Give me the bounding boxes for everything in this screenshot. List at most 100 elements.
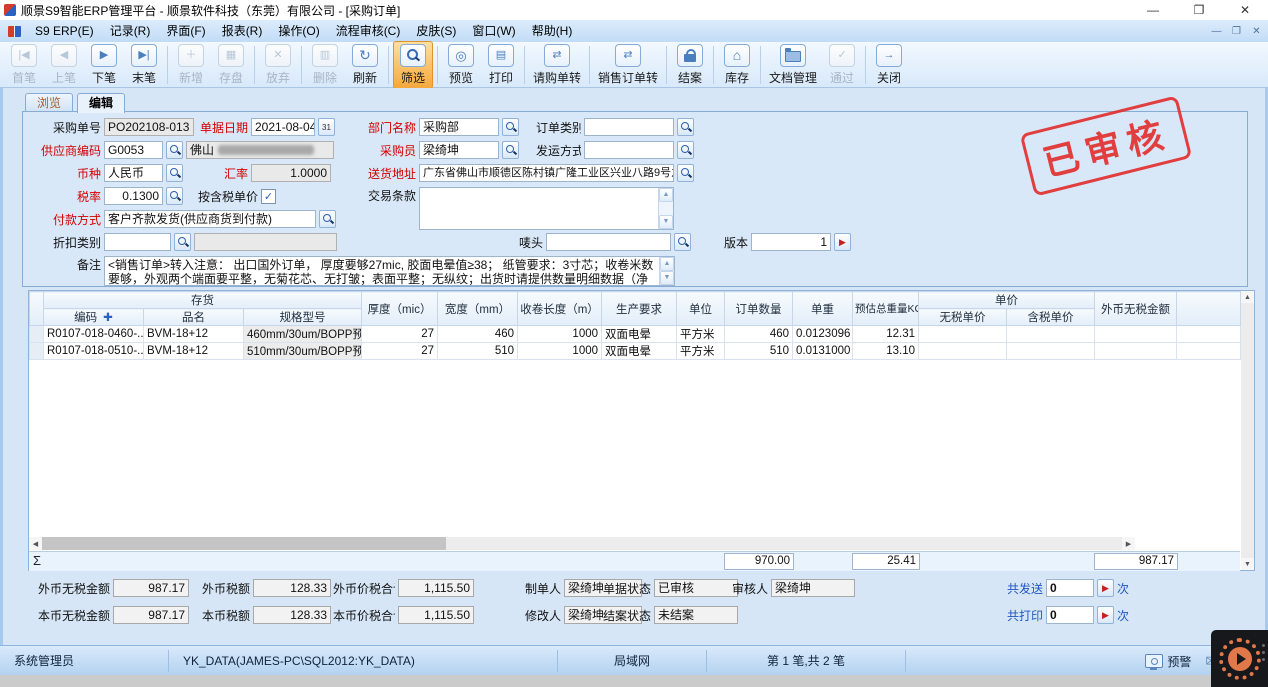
menu-skin[interactable]: 皮肤(S) — [408, 20, 464, 42]
first-record-button: |◀ 首笔 — [5, 42, 43, 88]
discount-category-label: 折扣类别 — [25, 234, 101, 251]
mdi-close-icon[interactable]: ✕ — [1248, 24, 1265, 39]
exit-button[interactable]: → 关闭 — [870, 42, 908, 88]
delivery-address-field[interactable]: 广东省佛山市顺德区陈村镇广隆工业区兴业八路9号之一 — [419, 164, 674, 182]
maximize-icon[interactable]: ❐ — [1176, 0, 1222, 20]
ship-method-field[interactable] — [584, 141, 674, 159]
trade-terms-label: 交易条款 — [355, 187, 416, 204]
recorder-overlay[interactable] — [1211, 630, 1268, 687]
refresh-icon: ↻ — [352, 44, 378, 67]
refresh-button[interactable]: ↻ 刷新 — [346, 42, 384, 88]
order-lines-grid: 存货 厚度（mic） 宽度（mm） 收卷长度（m） 生产要求 单位 订单数量 单… — [28, 290, 1255, 571]
tab-edit[interactable]: 编辑 — [77, 93, 125, 113]
tax-rate-field[interactable]: 0.1300 — [104, 187, 163, 205]
minimize-icon[interactable]: — — [1130, 0, 1176, 20]
trade-terms-scrollbar[interactable]: ▲▼ — [658, 188, 673, 229]
department-lookup-icon[interactable] — [502, 118, 519, 136]
close-icon[interactable]: ✕ — [1222, 0, 1268, 20]
print-button[interactable]: ▤ 打印 — [482, 42, 520, 88]
sent-spinner-icon[interactable]: ▶ — [1097, 579, 1114, 597]
delivery-address-lookup-icon[interactable] — [677, 164, 694, 182]
sent-count-field[interactable]: 0 — [1046, 579, 1094, 597]
order-category-lookup-icon[interactable] — [677, 118, 694, 136]
document-management-button[interactable]: 文档管理 — [765, 42, 821, 88]
order-category-field[interactable] — [584, 118, 674, 136]
tax-included-checkbox[interactable]: ✓ — [261, 189, 276, 204]
next-record-button[interactable]: ▶ 下笔 — [85, 42, 123, 88]
scroll-right-icon[interactable]: ▶ — [1122, 537, 1135, 550]
scroll-down-icon[interactable]: ▼ — [660, 271, 674, 285]
menu-s9erp[interactable]: S9 ERP(E) — [27, 20, 102, 42]
department-field[interactable]: 采购部 — [419, 118, 499, 136]
last-record-button[interactable]: ▶| 末笔 — [125, 42, 163, 88]
menu-help[interactable]: 帮助(H) — [524, 20, 581, 42]
tab-browse[interactable]: 浏览 — [25, 93, 73, 113]
shipping-mark-field[interactable] — [546, 233, 671, 251]
redacted-supplier-name — [218, 145, 314, 155]
payment-method-lookup-icon[interactable] — [319, 210, 336, 228]
alert-button[interactable]: 预警 — [1145, 653, 1191, 670]
inventory-button[interactable]: ⌂ 库存 — [718, 42, 756, 88]
delete-button: ▥ 删除 — [306, 42, 344, 88]
version-field[interactable]: 1 — [751, 233, 831, 251]
supplier-code-field[interactable]: G0053 — [104, 141, 163, 159]
sales-order-transfer-button[interactable]: ⇄ 销售订单转 — [594, 42, 662, 88]
scrollbar-thumb[interactable] — [42, 537, 446, 550]
menu-operation[interactable]: 操作(O) — [270, 20, 327, 42]
table-row: R0107-018-0510-... BVM-18+12 510mm/30um/… — [30, 343, 1241, 360]
scroll-left-icon[interactable]: ◀ — [29, 537, 42, 550]
vertical-scrollbar[interactable]: ▲ ▼ — [1241, 291, 1254, 570]
sent-count-label: 共发送 — [1003, 580, 1043, 597]
exit-icon: → — [876, 44, 902, 67]
requisition-transfer-button[interactable]: ⇄ 请购单转 — [529, 42, 585, 88]
filter-button[interactable]: 筛选 — [393, 41, 433, 89]
tax-rate-lookup-icon[interactable] — [166, 187, 183, 205]
discount-category-field[interactable] — [104, 233, 171, 251]
scroll-down-icon[interactable]: ▼ — [1241, 558, 1254, 570]
payment-method-field[interactable]: 客户齐款发货(供应商货到付款) — [104, 210, 316, 228]
col-fc-amount: 外币无税金额 — [1095, 292, 1177, 326]
remark-scrollbar[interactable]: ▲▼ — [659, 257, 674, 285]
buyer-lookup-icon[interactable] — [502, 141, 519, 159]
supplier-code-lookup-icon[interactable] — [166, 141, 183, 159]
recorder-menu-dots-icon[interactable] — [1262, 644, 1265, 661]
scroll-up-icon[interactable]: ▲ — [659, 188, 673, 202]
version-spinner-icon[interactable]: ▶ — [834, 233, 851, 251]
col-price-no-tax: 无税单价 — [919, 309, 1007, 326]
menu-workflow[interactable]: 流程审核(C) — [328, 20, 409, 42]
col-name: 品名 — [144, 309, 244, 326]
scroll-up-icon[interactable]: ▲ — [1241, 291, 1254, 303]
remark-field[interactable]: <销售订单>转入注意： 出口国外订单， 厚度要够27mic, 胶面电晕值≥38；… — [104, 256, 675, 286]
lc-tax-field: 128.33 — [253, 606, 331, 624]
ship-method-lookup-icon[interactable] — [677, 141, 694, 159]
mdi-minimize-icon[interactable]: — — [1208, 24, 1225, 39]
menu-window[interactable]: 窗口(W) — [464, 20, 523, 42]
trade-terms-field[interactable]: ▲▼ — [419, 187, 674, 230]
currency-field[interactable]: 人民币 — [104, 164, 163, 182]
calendar-icon[interactable]: 31 — [318, 118, 335, 136]
inventory-group-header: 存货 — [44, 292, 362, 309]
shipping-mark-lookup-icon[interactable] — [674, 233, 691, 251]
menu-record[interactable]: 记录(R) — [102, 20, 159, 42]
close-case-button[interactable]: 结案 — [671, 42, 709, 88]
horizontal-scrollbar[interactable]: ◀ ▶ — [29, 537, 1135, 550]
col-unit: 单位 — [677, 292, 725, 326]
print-count-field[interactable]: 0 — [1046, 606, 1094, 624]
buyer-field[interactable]: 梁绮坤 — [419, 141, 499, 159]
preview-button[interactable]: ◎ 预览 — [442, 42, 480, 88]
last-record-icon: ▶| — [131, 44, 157, 67]
erp-window: 顺景S9智能ERP管理平台 - 顺景软件科技（东莞）有限公司 - [采购订单] … — [0, 0, 1268, 687]
pin-icon[interactable]: ✚ — [103, 312, 113, 324]
discount-name-field — [194, 233, 337, 251]
menu-report[interactable]: 报表(R) — [214, 20, 271, 42]
print-count-label: 共打印 — [1003, 607, 1043, 624]
print-spinner-icon[interactable]: ▶ — [1097, 606, 1114, 624]
col-est-total-weight: 预估总重量KG — [853, 292, 919, 326]
sales-order-transfer-icon: ⇄ — [615, 44, 641, 67]
doc-date-field[interactable]: 2021-08-04 — [251, 118, 315, 136]
scroll-up-icon[interactable]: ▲ — [660, 257, 674, 271]
mdi-restore-icon[interactable]: ❐ — [1228, 24, 1245, 39]
discount-category-lookup-icon[interactable] — [174, 233, 191, 251]
scroll-down-icon[interactable]: ▼ — [659, 215, 673, 229]
menu-interface[interactable]: 界面(F) — [158, 20, 213, 42]
